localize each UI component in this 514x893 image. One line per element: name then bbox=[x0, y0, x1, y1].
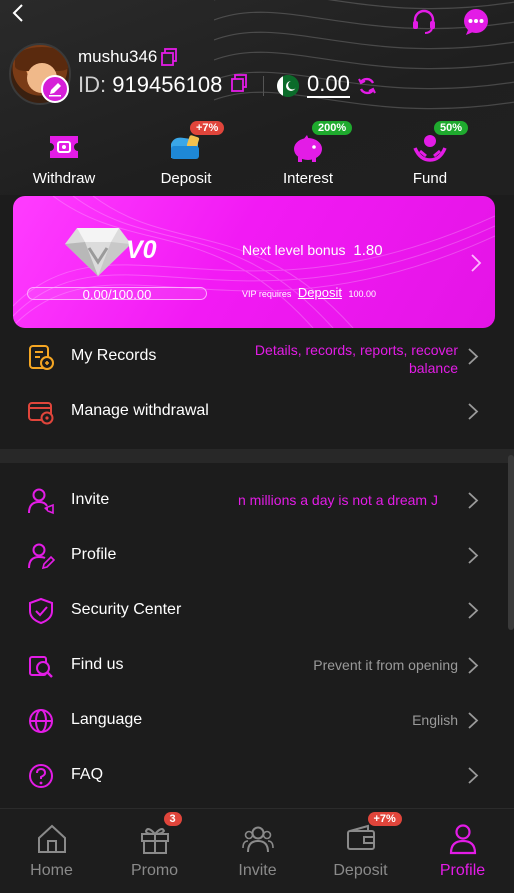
chevron-right-icon bbox=[468, 767, 479, 784]
deposit-wallet-icon bbox=[171, 135, 200, 159]
invite-user-icon bbox=[28, 488, 54, 515]
quick-deposit[interactable]: +7% Deposit bbox=[136, 121, 236, 187]
records-icon bbox=[29, 345, 54, 370]
tab-promo[interactable]: 3 Promo bbox=[103, 809, 206, 893]
tab-profile-label: Profile bbox=[439, 862, 486, 879]
section-divider bbox=[0, 449, 514, 463]
chevron-right-icon bbox=[468, 547, 479, 564]
tab-deposit-label: Deposit bbox=[333, 862, 388, 879]
menu-item-manage-withdrawal[interactable]: Manage withdrawal bbox=[0, 384, 514, 439]
menu-label-manage-withdrawal: Manage withdrawal bbox=[71, 402, 209, 419]
balance-value: 0.00 bbox=[307, 71, 350, 98]
deposit-bonus-badge: +7% bbox=[190, 121, 225, 135]
menu-value-my-records: Details, records, reports, recover balan… bbox=[254, 342, 458, 376]
menu-label-find-us: Find us bbox=[71, 656, 124, 673]
menu-label-faq: FAQ bbox=[71, 766, 104, 783]
chevron-right-icon bbox=[468, 602, 479, 619]
bottom-tab-bar: Home 3 Promo Invite +7% Deposit Profile bbox=[0, 808, 514, 893]
invite-group-icon bbox=[241, 826, 274, 853]
shield-check-icon bbox=[29, 597, 53, 625]
gift-icon bbox=[140, 828, 169, 854]
menu-item-faq[interactable]: FAQ bbox=[0, 748, 514, 803]
menu-item-profile[interactable]: Profile bbox=[0, 528, 514, 583]
question-circle-icon bbox=[29, 764, 53, 788]
copy-username-icon[interactable] bbox=[160, 48, 178, 66]
fund-hands-icon bbox=[413, 135, 447, 162]
deposit-tab-badge: +7% bbox=[367, 812, 402, 826]
tab-profile[interactable]: Profile bbox=[411, 809, 514, 893]
menu-label-my-records: My Records bbox=[71, 347, 157, 364]
menu-item-my-records[interactable]: My Records Details, records, reports, re… bbox=[0, 329, 514, 384]
vip-requires-value: 100.00 bbox=[348, 289, 376, 299]
vip-card[interactable]: V0 0.00/100.00 Next level bonus 1.80 VIP… bbox=[13, 196, 495, 328]
vip-next-bonus: Next level bonus 1.80 bbox=[242, 242, 383, 259]
user-id-label: ID: bbox=[78, 72, 107, 97]
tab-invite[interactable]: Invite bbox=[206, 809, 309, 893]
customer-service-icon[interactable] bbox=[410, 8, 438, 36]
vip-level: V0 bbox=[126, 236, 157, 264]
find-us-search-icon bbox=[29, 656, 53, 678]
menu-item-language[interactable]: Language English bbox=[0, 693, 514, 748]
manage-withdrawal-icon bbox=[28, 402, 54, 425]
menu-value-find-us: Prevent it from opening bbox=[313, 657, 458, 673]
chevron-right-icon[interactable] bbox=[469, 253, 483, 273]
vip-diamond-icon bbox=[65, 228, 131, 276]
wallet-icon bbox=[346, 824, 375, 850]
user-id-value: 919456108 bbox=[112, 72, 223, 97]
menu-item-security-center[interactable]: Security Center bbox=[0, 583, 514, 638]
profile-user-icon bbox=[449, 824, 476, 855]
menu-label-profile: Profile bbox=[71, 546, 117, 563]
copy-id-icon[interactable] bbox=[230, 74, 248, 92]
vip-next-bonus-value: 1.80 bbox=[353, 242, 383, 259]
menu-item-find-us[interactable]: Find us Prevent it from opening bbox=[0, 638, 514, 693]
invite-marquee-text: n millions a day is not a dream J bbox=[238, 492, 438, 508]
menu-value-language: English bbox=[412, 712, 458, 728]
chevron-right-icon bbox=[468, 712, 479, 729]
profile-edit-icon bbox=[28, 543, 55, 570]
vip-deposit-link[interactable]: Deposit bbox=[298, 285, 342, 300]
menu-item-invite[interactable]: Invite n millions a day is not a dream J bbox=[0, 473, 514, 528]
vip-next-bonus-label: Next level bonus bbox=[242, 242, 346, 258]
pencil-icon bbox=[49, 83, 61, 97]
menu-label-security-center: Security Center bbox=[71, 601, 182, 618]
profile-header: mushu346 ID: 919456108 0.00 Withdraw +7%… bbox=[0, 0, 514, 195]
menu-label-language: Language bbox=[71, 711, 143, 728]
back-arrow-icon[interactable] bbox=[8, 2, 30, 24]
chevron-right-icon bbox=[468, 492, 479, 509]
menu-label-invite: Invite bbox=[71, 491, 110, 508]
quick-interest[interactable]: 200% Interest bbox=[258, 121, 358, 187]
tab-promo-label: Promo bbox=[130, 862, 179, 879]
chevron-right-icon bbox=[468, 657, 479, 674]
quick-withdraw-label: Withdraw bbox=[32, 170, 96, 187]
quick-deposit-label: Deposit bbox=[160, 170, 212, 187]
tab-home-label: Home bbox=[30, 862, 73, 879]
user-id: ID: 919456108 bbox=[78, 72, 222, 98]
refresh-balance-icon[interactable] bbox=[357, 76, 377, 96]
vip-requires-label: VIP requires bbox=[242, 289, 292, 299]
header-divider bbox=[263, 76, 264, 96]
quick-fund-label: Fund bbox=[412, 170, 448, 187]
interest-badge: 200% bbox=[312, 121, 353, 135]
chevron-right-icon bbox=[468, 348, 479, 365]
edit-avatar-button[interactable] bbox=[41, 75, 69, 103]
tab-invite-label: Invite bbox=[238, 862, 277, 879]
username: mushu346 bbox=[78, 47, 158, 66]
quick-fund[interactable]: 50% Fund bbox=[380, 121, 480, 187]
chevron-right-icon bbox=[468, 403, 479, 420]
home-icon bbox=[37, 824, 66, 853]
vip-progress-text: 0.00/100.00 bbox=[82, 287, 152, 302]
globe-icon bbox=[29, 709, 53, 733]
tab-deposit[interactable]: +7% Deposit bbox=[309, 809, 412, 893]
withdraw-ticket-icon bbox=[50, 136, 78, 158]
quick-withdraw[interactable]: Withdraw bbox=[14, 130, 114, 187]
promo-count-badge: 3 bbox=[163, 812, 182, 826]
piggy-bank-icon bbox=[294, 135, 322, 162]
quick-interest-label: Interest bbox=[282, 170, 334, 187]
vip-requirement: VIP requires Deposit 100.00 bbox=[242, 285, 376, 300]
fund-badge: 50% bbox=[434, 121, 469, 135]
chat-message-icon[interactable] bbox=[462, 8, 490, 36]
tab-home[interactable]: Home bbox=[0, 809, 103, 893]
pakistan-flag-icon bbox=[277, 75, 299, 97]
